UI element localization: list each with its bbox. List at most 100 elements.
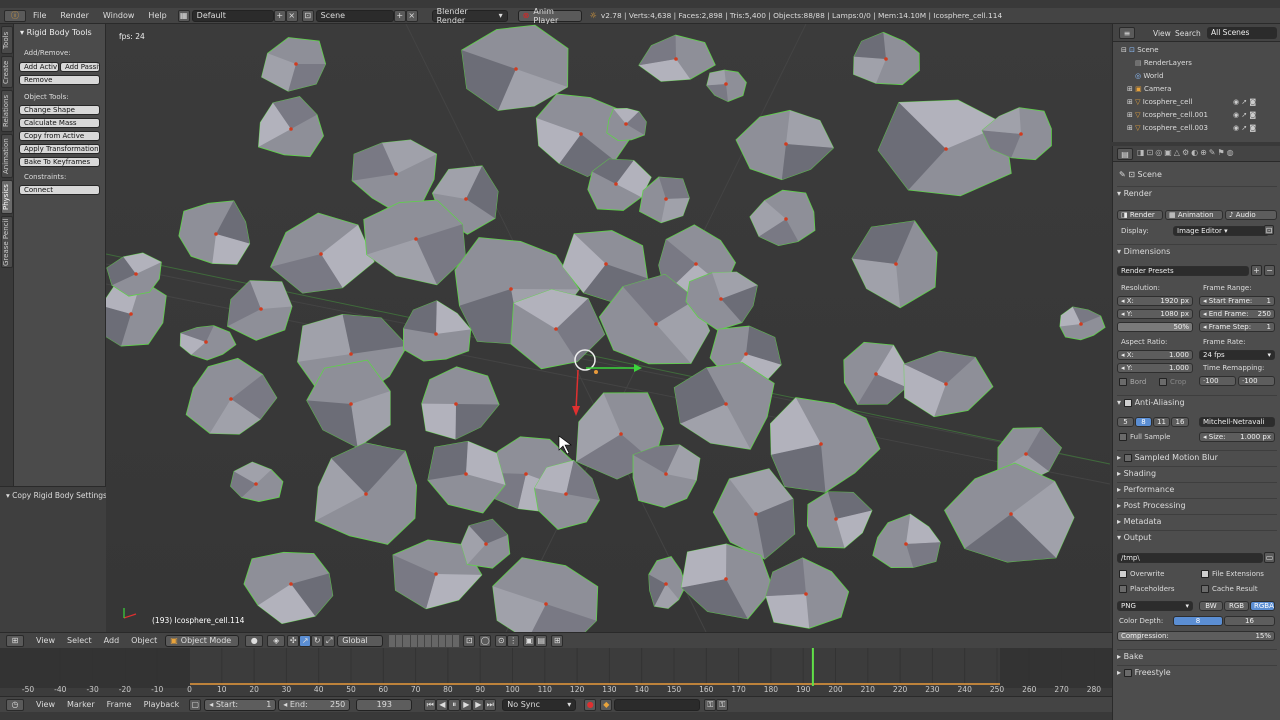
insert-keyframe-icon[interactable]: ⚿ — [704, 698, 717, 711]
render-section-header[interactable]: ▾ Render — [1117, 186, 1277, 200]
tab-relations[interactable]: Relations — [1, 90, 13, 132]
file-format-select[interactable]: PNG ▾ — [1117, 601, 1193, 611]
crop-check[interactable] — [1159, 378, 1167, 386]
timeline-editor-icon[interactable]: ◷ — [6, 698, 24, 711]
editor-type-icon[interactable]: ⓘ — [4, 9, 26, 22]
placeholders-checkbox[interactable]: Placeholders — [1119, 585, 1175, 593]
cache-result-checkbox[interactable]: Cache Result — [1201, 585, 1258, 593]
proportional-edit-icon[interactable]: ◯ — [479, 634, 492, 647]
visibility-eye-icon[interactable]: ◉ ➚ ◙ — [1233, 98, 1256, 106]
calculate-mass-button[interactable]: Calculate Mass — [19, 118, 100, 128]
snap-element-icon[interactable]: ⋮ — [507, 634, 520, 647]
auto-keying-icon[interactable]: ● — [584, 698, 597, 711]
add-active-button[interactable]: Add Activ — [19, 62, 59, 72]
start-frame-field[interactable]: ◂ Start: 1 — [204, 698, 277, 711]
color-bw-button[interactable]: BW — [1199, 601, 1223, 611]
copy-from-active-button[interactable]: Copy from Active — [19, 131, 100, 141]
color-rgb-button[interactable]: RGB — [1224, 601, 1249, 611]
dimensions-section-header[interactable]: ▾ Dimensions — [1117, 244, 1277, 258]
border-check[interactable] — [1119, 378, 1127, 386]
tab-tools[interactable]: Tools — [1, 26, 13, 54]
tab-create[interactable]: Create — [1, 56, 13, 88]
anti-aliasing-check[interactable] — [1123, 398, 1132, 407]
freestyle-check[interactable] — [1123, 668, 1132, 677]
add-passive-button[interactable]: Add Passiv — [60, 62, 100, 72]
layer-buttons[interactable] — [389, 634, 460, 647]
keying-set-icon[interactable]: ◆ — [600, 698, 613, 711]
bake-to-keyframes-button[interactable]: Bake To Keyframes — [19, 157, 100, 167]
outliner-editor-icon[interactable]: ≡ — [1119, 27, 1135, 39]
outliner-row-camera[interactable]: ⊞ ▣ Camera — [1127, 85, 1171, 93]
shading-mode-icon[interactable]: ● — [245, 634, 264, 647]
add-preset-button[interactable]: + — [1251, 265, 1262, 276]
full-sample-check[interactable] — [1119, 433, 1127, 441]
aa-samples-8[interactable]: 8 — [1135, 417, 1152, 427]
frame-rate-select[interactable]: 24 fps ▾ — [1199, 350, 1275, 360]
timeline-menu-marker[interactable]: Marker — [61, 700, 101, 709]
resolution-x-field[interactable]: ◂ X: 1920 px — [1117, 296, 1193, 306]
file-extensions-check[interactable] — [1201, 570, 1209, 578]
post-processing-section-header[interactable]: ▸ Post Processing — [1117, 498, 1277, 512]
menu-select[interactable]: Select — [61, 636, 98, 645]
outliner-row-world[interactable]: ◎ World — [1135, 72, 1163, 80]
timeline-menu-frame[interactable]: Frame — [101, 700, 138, 709]
keying-set-field[interactable] — [614, 698, 701, 711]
display-select[interactable]: Image Editor ▾ — [1173, 226, 1269, 236]
rigid-body-tools-header[interactable]: ▾ Rigid Body Tools — [20, 28, 92, 37]
outliner-row-icosphere-cell-003[interactable]: ⊞ ▽ Icosphere_cell.003 — [1127, 124, 1208, 132]
tab-grease-pencil[interactable]: Grease Pencil — [1, 216, 13, 268]
file-extensions-checkbox[interactable]: File Extensions — [1201, 570, 1264, 578]
aa-filter-select[interactable]: Mitchell-Netravali — [1199, 417, 1275, 427]
add-scene-button[interactable]: + — [393, 9, 406, 22]
output-path-field[interactable]: /tmp\ — [1117, 553, 1263, 563]
remove-preset-button[interactable]: − — [1264, 265, 1275, 276]
change-shape-button[interactable]: Change Shape — [19, 105, 100, 115]
cache-result-check[interactable] — [1201, 585, 1209, 593]
animation-button[interactable]: ▦ Animation — [1165, 210, 1223, 220]
outliner-row-icosphere-cell[interactable]: ⊞ ▽ Icosphere_cell — [1127, 98, 1192, 106]
color-rgba-button[interactable]: RGBA — [1250, 601, 1275, 611]
performance-section-header[interactable]: ▸ Performance — [1117, 482, 1277, 496]
play-icon[interactable]: ▶ — [460, 698, 473, 711]
outliner-menu-search[interactable]: Search — [1175, 29, 1201, 38]
end-frame-field[interactable]: ◂ End Frame: 250 — [1199, 309, 1275, 319]
jump-keyframe-back-icon[interactable]: ◀ — [436, 698, 449, 711]
menu-window[interactable]: Window — [96, 11, 142, 20]
color-depth-16-button[interactable]: 16 — [1224, 616, 1275, 626]
resolution-percentage-slider[interactable]: 50% — [1117, 322, 1193, 332]
connect-button[interactable]: Connect — [19, 185, 100, 195]
snap-toggle-icon[interactable]: ⊙ — [495, 634, 508, 647]
remove-button[interactable]: Remove — [19, 75, 100, 85]
properties-editor-icon[interactable]: ▤ — [1117, 148, 1133, 160]
copy-rigid-body-settings-header[interactable]: ▾ Copy Rigid Body Settings — [6, 491, 107, 500]
play-reverse-icon[interactable]: ⏸ — [448, 698, 461, 711]
tab-animation[interactable]: Animation — [1, 134, 13, 178]
gizmo-snap-icon[interactable]: ⊞ — [551, 634, 564, 647]
menu-help[interactable]: Help — [141, 11, 173, 20]
menu-add[interactable]: Add — [98, 636, 126, 645]
compression-slider[interactable]: Compression: 15% — [1117, 631, 1275, 641]
timeline-canvas[interactable]: -50 -40 -30 -20 -10 0 10 20 30 40 50 60 70 80 90 100 110… — [0, 648, 1112, 696]
rock-fragment[interactable] — [843, 341, 907, 405]
sampled-motion-blur-header[interactable]: ▸ Sampled Motion Blur — [1117, 450, 1277, 464]
pivot-point-icon[interactable]: ◈ — [267, 634, 286, 647]
folder-icon[interactable]: ▭ — [1264, 552, 1275, 563]
remap-old-field[interactable]: ·100 — [1199, 376, 1236, 386]
screen-layout-icon[interactable]: ▦ — [177, 9, 190, 22]
3d-viewport[interactable]: fps: 24 (193) Icosphere_cell.114 — [106, 24, 1110, 632]
translate-manipulator-icon[interactable]: ↗ — [299, 634, 312, 647]
outliner-row-scene[interactable]: ⊟ ⊡ Scene — [1121, 46, 1159, 54]
apply-transformation-button[interactable]: Apply Transformation — [19, 144, 100, 154]
remap-new-field[interactable]: ·100 — [1238, 376, 1275, 386]
sync-mode-select[interactable]: No Sync ▾ — [502, 698, 577, 711]
view3d-editor-icon[interactable]: ⊞ — [6, 634, 24, 647]
aspect-x-field[interactable]: ◂ X: 1.000 — [1117, 350, 1193, 360]
crop-checkbox[interactable]: Crop — [1159, 378, 1186, 386]
manipulator-toggle-icon[interactable]: ✣ — [287, 634, 300, 647]
context-tabs-icons[interactable]: ◨⊡◎▣△⚙◐⊕✎⚑◍ — [1137, 148, 1236, 157]
menu-view[interactable]: View — [30, 636, 61, 645]
menu-render[interactable]: Render — [53, 11, 95, 20]
outliner-row-icosphere-cell-001[interactable]: ⊞ ▽ Icosphere_cell.001 — [1127, 111, 1208, 119]
full-sample-checkbox[interactable]: Full Sample — [1119, 433, 1170, 441]
delete-keyframe-icon[interactable]: ⚿ — [716, 698, 729, 711]
